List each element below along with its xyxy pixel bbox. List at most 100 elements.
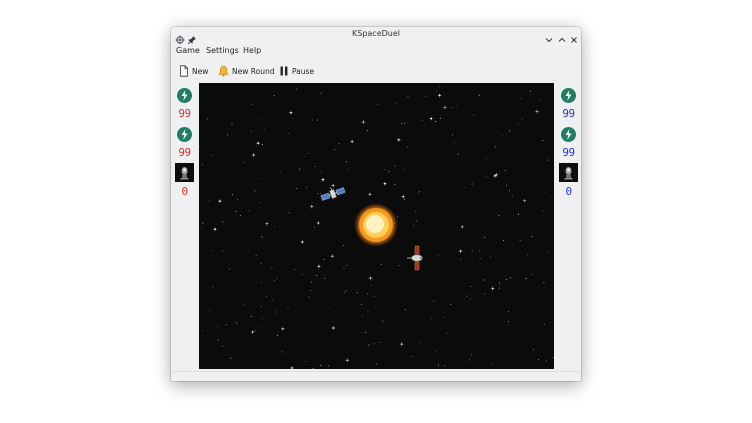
star xyxy=(306,186,308,188)
star xyxy=(396,102,397,104)
star xyxy=(394,165,396,167)
star xyxy=(494,146,496,148)
menu-help[interactable]: Help xyxy=(243,46,261,55)
star xyxy=(478,94,480,96)
star xyxy=(469,298,471,300)
player-left-energy: 99 xyxy=(178,107,191,120)
star xyxy=(201,164,203,166)
star xyxy=(479,258,481,259)
energy-bolt-icon xyxy=(177,127,192,142)
star-sparkle xyxy=(288,110,293,115)
new-round-button[interactable]: New Round xyxy=(218,64,274,78)
star xyxy=(402,168,404,170)
star xyxy=(227,134,228,136)
document-new-icon xyxy=(180,65,188,77)
star xyxy=(376,363,378,365)
star xyxy=(451,107,453,108)
star xyxy=(343,292,345,293)
star-sparkle xyxy=(330,254,335,259)
star xyxy=(201,228,203,230)
star-sparkle xyxy=(316,221,321,225)
star xyxy=(464,187,466,189)
star xyxy=(307,153,309,155)
star xyxy=(311,281,313,283)
maximize-button[interactable] xyxy=(557,30,567,42)
star xyxy=(471,250,473,252)
star xyxy=(484,236,486,238)
star xyxy=(397,138,399,140)
star xyxy=(217,325,219,327)
star xyxy=(248,210,250,212)
star xyxy=(517,214,519,216)
star xyxy=(338,143,340,144)
star xyxy=(252,103,254,105)
star xyxy=(433,300,435,302)
star xyxy=(362,315,364,317)
star xyxy=(303,155,305,157)
star xyxy=(437,254,439,256)
star xyxy=(250,131,252,133)
star xyxy=(435,121,437,122)
star xyxy=(453,141,455,143)
star xyxy=(255,330,257,332)
star xyxy=(312,119,314,121)
menu-settings[interactable]: Settings xyxy=(206,46,239,55)
star xyxy=(272,299,274,301)
star xyxy=(466,295,468,297)
star xyxy=(508,321,509,323)
star xyxy=(538,358,540,360)
star xyxy=(416,220,418,222)
star xyxy=(404,198,405,200)
star xyxy=(419,342,421,344)
star-sparkle xyxy=(460,224,465,229)
menu-game[interactable]: Game xyxy=(176,46,200,55)
star xyxy=(260,202,262,204)
star xyxy=(544,191,546,193)
star xyxy=(543,282,545,284)
pause-button[interactable]: Pause xyxy=(279,64,314,78)
star xyxy=(450,304,452,305)
close-button[interactable] xyxy=(569,30,579,43)
star xyxy=(260,119,262,121)
star xyxy=(348,169,350,171)
title-bar[interactable]: KSpaceDuel xyxy=(171,27,581,45)
bell-icon xyxy=(218,65,229,77)
star xyxy=(261,236,263,238)
star xyxy=(519,97,521,99)
star xyxy=(509,277,511,279)
star xyxy=(222,345,224,347)
star-sparkle xyxy=(429,116,434,121)
star-sparkle xyxy=(251,153,256,157)
space-playfield[interactable] xyxy=(198,83,554,370)
star xyxy=(276,335,278,337)
star-sparkle xyxy=(217,199,222,204)
star xyxy=(288,212,290,214)
star xyxy=(456,105,458,107)
star xyxy=(471,183,473,185)
star xyxy=(217,339,219,341)
star xyxy=(485,175,487,177)
star xyxy=(260,263,262,265)
star xyxy=(202,330,204,332)
player-right-shields: 99 xyxy=(562,146,575,159)
sun xyxy=(354,203,398,247)
star xyxy=(327,307,329,309)
star xyxy=(365,331,367,333)
star xyxy=(543,324,545,326)
star xyxy=(492,363,493,365)
star xyxy=(418,192,419,194)
new-button[interactable]: New xyxy=(179,64,208,78)
star-sparkle xyxy=(331,183,336,188)
toolbar: New New Round Pause xyxy=(171,60,581,81)
star xyxy=(244,161,245,163)
star xyxy=(308,296,310,298)
star xyxy=(235,210,237,212)
star xyxy=(323,259,325,260)
star xyxy=(436,90,438,92)
star xyxy=(281,351,283,353)
star xyxy=(540,99,542,101)
star xyxy=(240,214,241,216)
player-right-panel: 99 99 0 xyxy=(557,83,580,369)
star xyxy=(498,287,500,289)
minimize-button[interactable] xyxy=(544,30,554,43)
